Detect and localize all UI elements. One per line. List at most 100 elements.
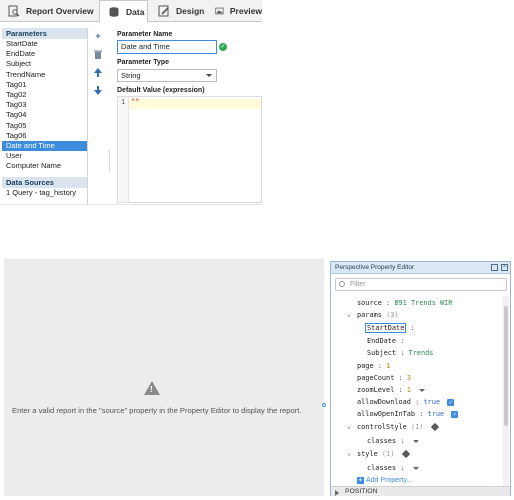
property-editor-header: Perspective Property Editor ×	[331, 262, 510, 274]
default-value-label: Default Value (expression)	[117, 87, 205, 94]
prop-zoomlevel[interactable]: zoomLevel : 1	[357, 385, 426, 396]
prop-enddate[interactable]: EndDate :	[367, 336, 404, 347]
prop-source[interactable]: source : B91 Trends WIR	[357, 298, 452, 309]
scrollbar-thumb[interactable]	[504, 306, 508, 426]
param-type-label: Parameter Type	[117, 59, 170, 66]
prop-value[interactable]: B91 Trends WIR	[394, 299, 452, 307]
parameter-item[interactable]: Tag02	[2, 90, 87, 100]
prop-count: (1)	[410, 423, 424, 431]
parameter-item[interactable]: EndDate	[2, 49, 87, 59]
link-icon[interactable]	[401, 449, 410, 459]
close-icon[interactable]: ×	[501, 264, 508, 271]
chevron-down-icon[interactable]	[419, 388, 426, 392]
parameter-item[interactable]: Computer Name	[2, 161, 87, 171]
prop-params[interactable]: params (3)	[357, 310, 399, 321]
prop-count: (1)	[381, 450, 395, 458]
prop-page[interactable]: page : 1	[357, 361, 390, 372]
magnifier-icon	[8, 5, 20, 17]
move-down-icon[interactable]	[92, 84, 104, 96]
tab-label: Report Overview	[26, 6, 94, 16]
checkbox-icon[interactable]: ✓	[447, 398, 455, 406]
tab-design[interactable]: Design	[150, 0, 206, 22]
line-number: 1	[121, 99, 126, 107]
prop-value[interactable]: Trends	[409, 349, 434, 357]
prop-startdate[interactable]: StartDate :	[365, 323, 415, 334]
parameter-item[interactable]: Tag05	[2, 121, 87, 131]
prop-classes[interactable]: classes :	[367, 436, 419, 447]
property-editor: Perspective Property Editor × Filter sou…	[330, 261, 511, 496]
prop-value: true	[427, 410, 445, 418]
prop-style[interactable]: style (1)	[357, 449, 410, 460]
add-property-link[interactable]: + Add Property...	[357, 475, 412, 486]
report-designer: Report Overview Data Design Preview Para…	[0, 0, 262, 205]
chevron-down-icon[interactable]	[412, 466, 419, 470]
prop-key: style	[357, 450, 378, 458]
property-tree: source : B91 Trends WIR ⌄ params (3) Sta…	[331, 296, 503, 486]
chevron-right-icon	[335, 490, 339, 496]
param-type-select[interactable]: String	[117, 69, 217, 82]
add-icon: +	[357, 476, 364, 484]
prop-subject[interactable]: Subject : Trends	[367, 348, 433, 359]
prop-value[interactable]: 3	[407, 374, 411, 382]
prop-key[interactable]: StartDate	[365, 323, 407, 333]
prop-pagecount[interactable]: pageCount : 3	[357, 373, 411, 384]
chevron-down-icon[interactable]: ⌄	[347, 449, 355, 457]
prop-value: true	[423, 398, 440, 406]
chevron-down-icon[interactable]: ⌄	[347, 422, 355, 430]
filter-placeholder: Filter	[350, 281, 366, 288]
prop-key: classes	[367, 464, 397, 472]
parameter-item[interactable]: Tag04	[2, 110, 87, 120]
parameter-item[interactable]: Tag03	[2, 100, 87, 110]
splitter-handle[interactable]	[109, 150, 110, 172]
chevron-down-icon[interactable]	[412, 439, 419, 443]
prop-controlstyle[interactable]: controlStyle (1)	[357, 422, 439, 433]
chevron-down-icon[interactable]: ⌄	[347, 310, 355, 318]
section-label: POSITION	[345, 488, 378, 495]
prop-value[interactable]: 1	[407, 386, 411, 394]
restore-icon[interactable]	[491, 264, 498, 271]
parameter-item[interactable]: TrendName	[2, 70, 87, 80]
param-type-value: String	[121, 71, 141, 80]
image-icon	[215, 7, 224, 15]
param-name-input[interactable]: Date and Time	[117, 40, 217, 54]
parameters-header: Parameters	[2, 28, 87, 39]
parameter-list: StartDate EndDate Subject TrendName Tag01 Tag…	[2, 39, 87, 171]
database-icon	[109, 6, 119, 17]
prop-value[interactable]: 1	[386, 362, 390, 370]
expression-code[interactable]: ""	[131, 99, 139, 107]
parameter-item[interactable]: StartDate	[2, 39, 87, 49]
prop-allowopenintab[interactable]: allowOpenInTab : true ✓	[357, 409, 459, 420]
tab-data[interactable]: Data	[99, 0, 148, 23]
prop-key: pageCount	[357, 374, 395, 382]
prop-key: EndDate	[367, 337, 397, 345]
tab-label: Data	[126, 6, 145, 17]
prop-key: params	[357, 311, 382, 319]
delete-icon[interactable]	[92, 48, 104, 60]
prop-key: Subject	[367, 349, 397, 357]
parameter-item[interactable]: User	[2, 151, 87, 161]
prop-allowdownload[interactable]: allowDownload : true ✓	[357, 397, 455, 408]
checkbox-icon[interactable]: ✓	[451, 410, 459, 418]
prop-style-classes[interactable]: classes :	[367, 463, 419, 474]
parameter-item[interactable]: Subject	[2, 59, 87, 69]
chevron-down-icon	[206, 74, 212, 77]
expression-editor[interactable]: 1 ""	[117, 96, 262, 203]
prop-key: classes	[367, 437, 397, 445]
tab-label: Design	[176, 6, 205, 16]
scrollbar[interactable]	[503, 296, 509, 486]
perspective-designer: ! Enter a valid report in the "source" p…	[4, 259, 511, 496]
filter-input[interactable]: Filter	[335, 278, 507, 291]
parameter-item[interactable]: Tag06	[2, 131, 87, 141]
add-icon[interactable]: +	[92, 30, 104, 42]
datasource-item[interactable]: 1 Query - tag_history	[2, 188, 87, 198]
link-icon[interactable]	[430, 422, 439, 432]
section-position[interactable]: POSITION	[331, 486, 510, 496]
move-up-icon[interactable]	[92, 66, 104, 78]
parameter-item[interactable]: Tag01	[2, 80, 87, 90]
resize-handle[interactable]	[322, 403, 326, 407]
tab-preview[interactable]: Preview	[207, 0, 262, 22]
parameter-item[interactable]: Date and Time	[2, 140, 87, 152]
report-viewer-canvas[interactable]: ! Enter a valid report in the "source" p…	[4, 259, 324, 496]
search-icon	[339, 281, 345, 287]
tab-report-overview[interactable]: Report Overview	[0, 0, 96, 22]
